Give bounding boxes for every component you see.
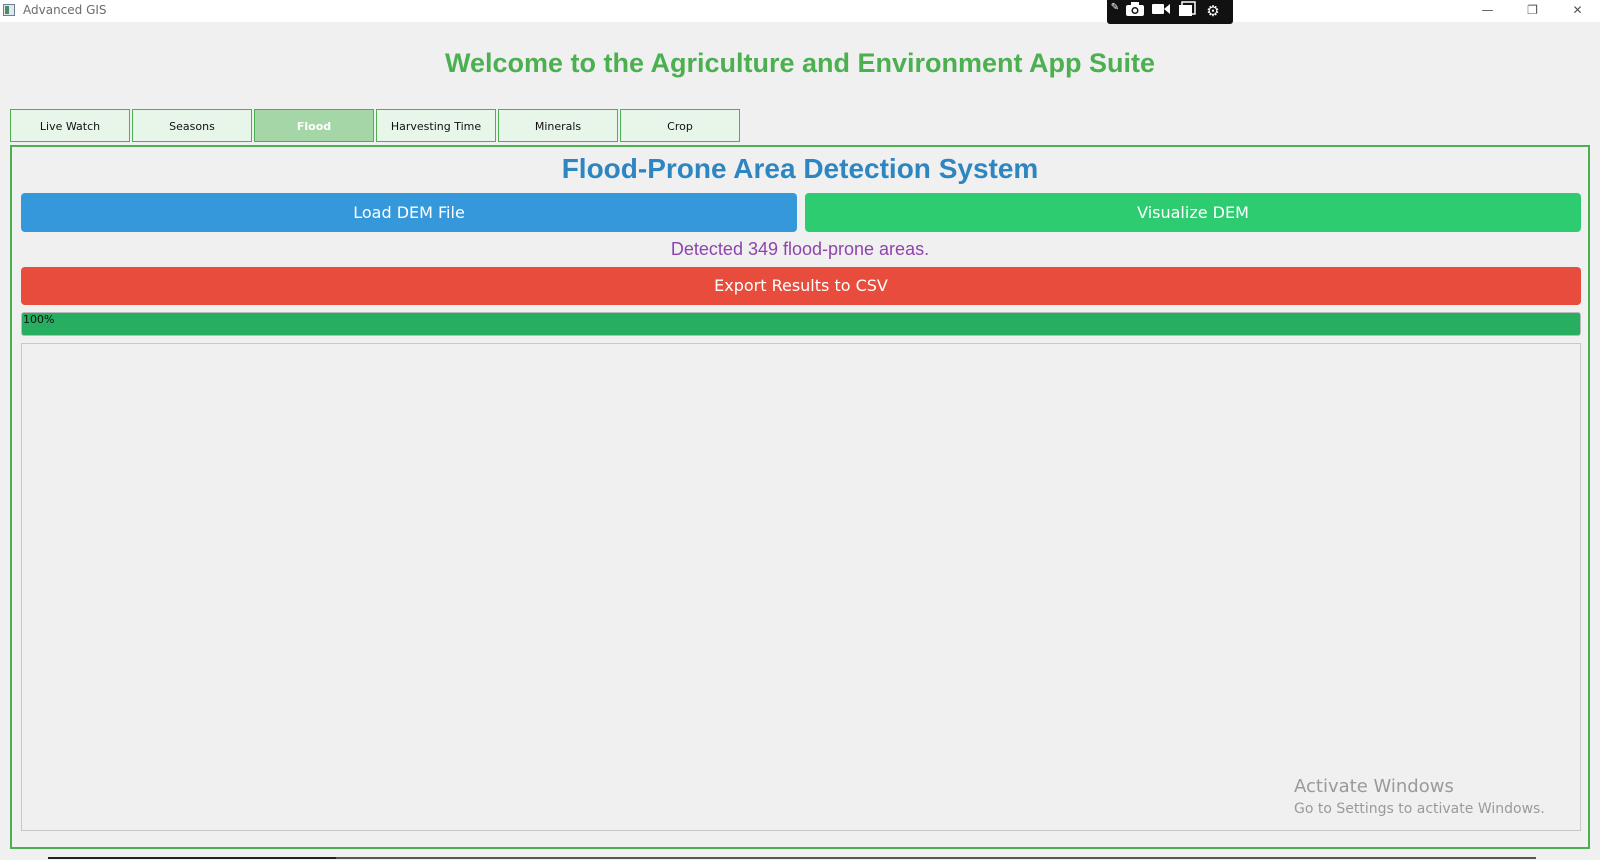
tab-crop[interactable]: Crop bbox=[620, 109, 740, 142]
minimize-button[interactable]: — bbox=[1465, 0, 1510, 20]
tab-bar: Live Watch Seasons Flood Harvesting Time… bbox=[10, 109, 742, 144]
export-csv-button[interactable]: Export Results to CSV bbox=[21, 267, 1581, 305]
flood-panel: Flood-Prone Area Detection System Load D… bbox=[10, 145, 1590, 849]
taskbar-edge bbox=[336, 857, 1536, 859]
pin-icon[interactable]: ✎ bbox=[1110, 2, 1120, 14]
tab-seasons[interactable]: Seasons bbox=[132, 109, 252, 142]
window-controls: — ❐ ✕ bbox=[1465, 0, 1600, 22]
activate-windows-watermark: Activate Windows Go to Settings to activ… bbox=[1294, 776, 1545, 817]
taskbar-edge bbox=[48, 857, 338, 859]
tab-flood[interactable]: Flood bbox=[254, 109, 374, 142]
panel-title: Flood-Prone Area Detection System bbox=[561, 153, 1039, 184]
video-icon[interactable] bbox=[1150, 1, 1172, 23]
watermark-subtitle: Go to Settings to activate Windows. bbox=[1294, 801, 1545, 817]
capture-toolbar: ✎ ⚙ bbox=[1107, 0, 1233, 24]
app-window: Advanced GIS ✎ ⚙ — ❐ ✕ Welcome to the Ag… bbox=[0, 0, 1600, 860]
dem-visualization-area bbox=[21, 343, 1581, 831]
camera-icon[interactable] bbox=[1124, 1, 1146, 24]
app-icon bbox=[3, 4, 15, 16]
tab-minerals[interactable]: Minerals bbox=[498, 109, 618, 142]
visualize-dem-button[interactable]: Visualize DEM bbox=[805, 193, 1581, 232]
tab-live-watch[interactable]: Live Watch bbox=[10, 109, 130, 142]
title-bar: Advanced GIS ✎ ⚙ — ❐ ✕ bbox=[0, 0, 1600, 24]
watermark-title: Activate Windows bbox=[1294, 776, 1454, 797]
progress-fill bbox=[22, 313, 1580, 335]
progress-label: 100% bbox=[23, 313, 55, 326]
tab-harvesting-time[interactable]: Harvesting Time bbox=[376, 109, 496, 142]
gear-icon[interactable]: ⚙ bbox=[1202, 1, 1224, 23]
window-icon[interactable] bbox=[1176, 0, 1198, 24]
detection-status: Detected 349 flood-prone areas. bbox=[670, 239, 930, 259]
progress-bar: 100% bbox=[21, 312, 1581, 336]
load-dem-button[interactable]: Load DEM File bbox=[21, 193, 797, 232]
window-title: Advanced GIS bbox=[23, 3, 107, 17]
close-button[interactable]: ✕ bbox=[1555, 0, 1600, 20]
suite-heading: Welcome to the Agriculture and Environme… bbox=[444, 48, 1156, 78]
restore-button[interactable]: ❐ bbox=[1510, 0, 1555, 20]
